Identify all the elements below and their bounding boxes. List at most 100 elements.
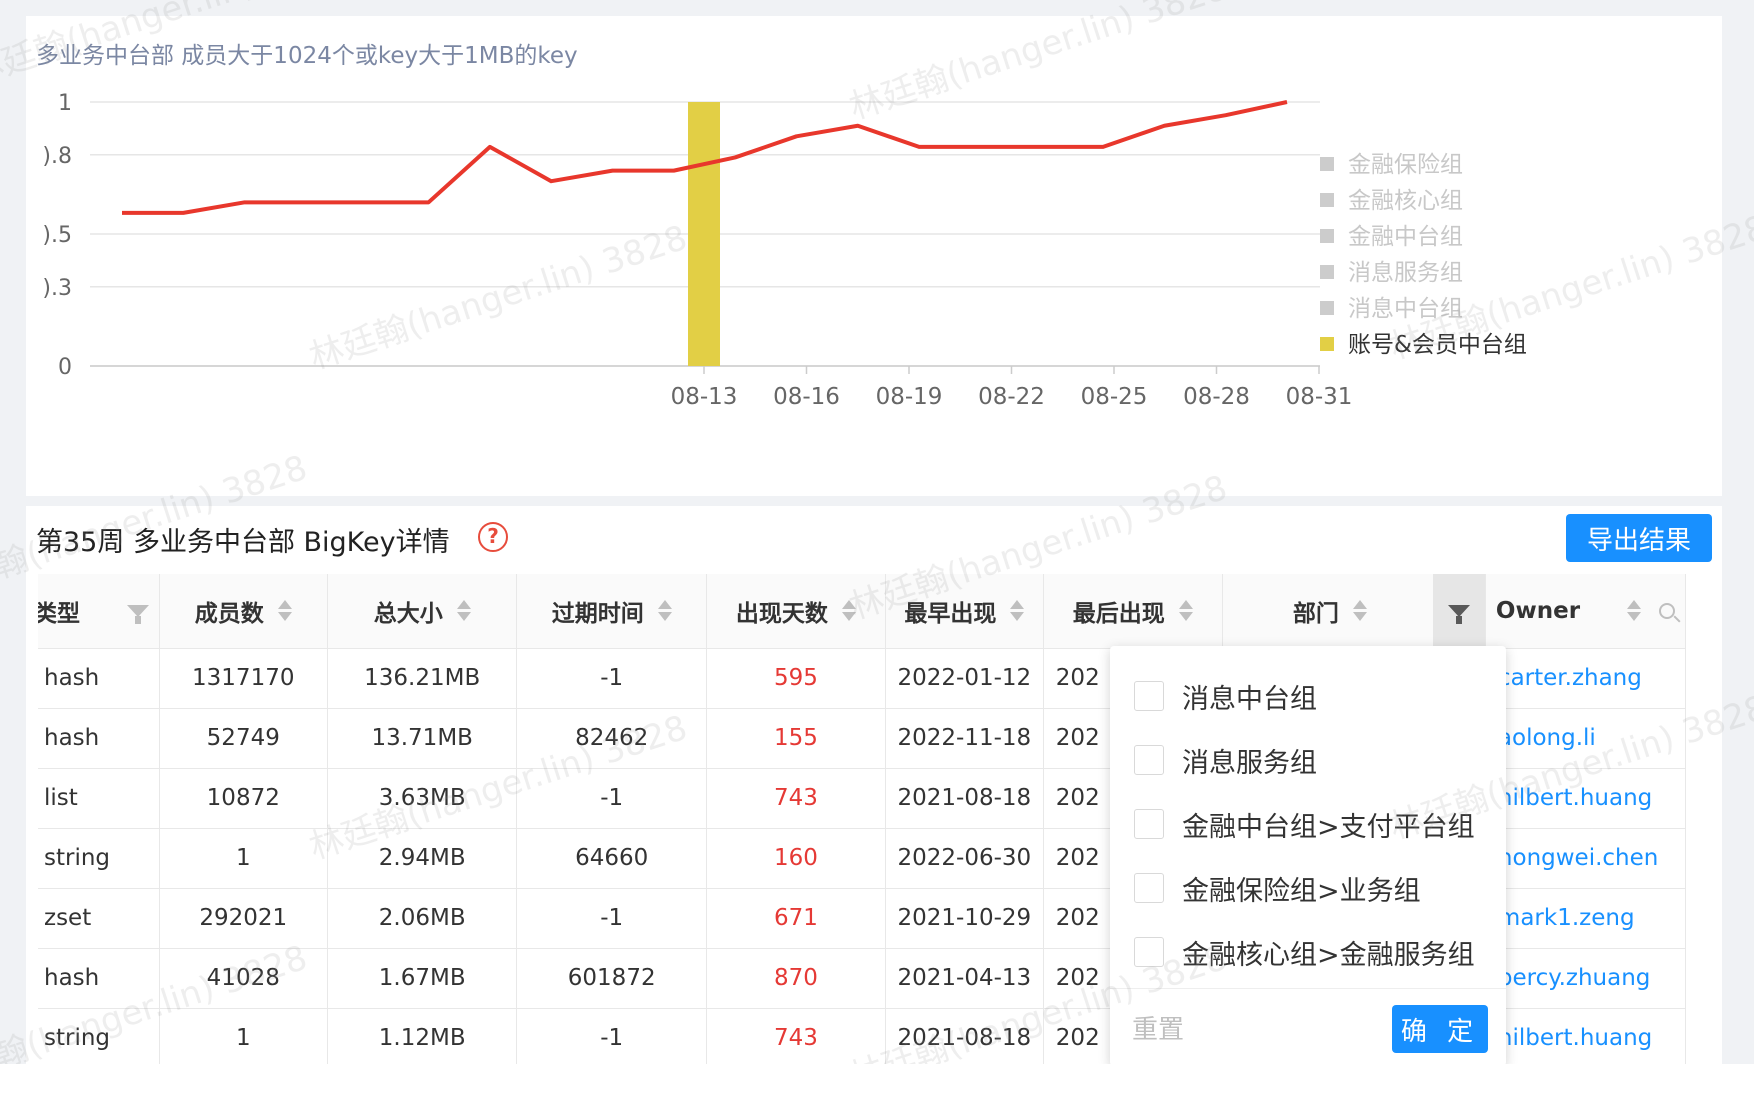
cell-expire: -1 [516, 888, 707, 949]
cell-days: 743 [706, 1008, 886, 1064]
checkbox[interactable] [1134, 745, 1164, 775]
cell-owner[interactable]: mark1.zeng [1485, 888, 1687, 949]
cell-owner[interactable]: percy.zhuang [1485, 948, 1687, 1009]
legend-swatch [1320, 301, 1334, 315]
trend-chart: 1).8).5).3 0 08-13 08-16 08-19 08-22 08-25 08-2… [42, 91, 1527, 410]
y-tick-label: ).8 [42, 144, 72, 169]
search-icon[interactable] [1659, 602, 1675, 619]
sort-arrows-icon[interactable] [1352, 600, 1367, 622]
column-title: 总大小 [373, 600, 443, 627]
cell-expire: -1 [516, 1008, 707, 1064]
column-header-size[interactable]: 总大小 [327, 574, 518, 649]
cell-owner[interactable]: hilbert.huang [1485, 768, 1687, 829]
sort-arrows-icon[interactable] [277, 600, 292, 622]
filter-option[interactable]: 金融核心组>金融服务组 [1134, 928, 1475, 976]
column-header-expire[interactable]: 过期时间 [516, 574, 707, 649]
legend-label[interactable]: 金融中台组 [1348, 224, 1463, 250]
cell-members: 41028 [159, 948, 328, 1009]
legend-label[interactable]: 账号&会员中台组 [1348, 332, 1527, 358]
checkbox[interactable] [1134, 873, 1164, 903]
cell-members: 10872 [159, 768, 328, 829]
filter-option[interactable]: 金融保险组>业务组 [1134, 864, 1421, 912]
filter-option[interactable]: 消息中台组 [1134, 672, 1317, 720]
cell-size: 3.63MB [327, 768, 518, 829]
legend-swatch [1320, 265, 1334, 279]
cell-size: 13.71MB [327, 708, 518, 769]
y-tick-label: 1 [58, 91, 72, 116]
cell-first: 2022-06-30 [885, 828, 1044, 889]
cell-first: 2021-08-18 [885, 768, 1044, 829]
sort-arrows-icon[interactable] [1010, 600, 1025, 622]
section-title: 第35周 多业务中台部 BigKey详情 [36, 527, 450, 558]
cell-type: hash [38, 948, 160, 1009]
x-tick-label: 08-28 [1183, 384, 1250, 410]
legend-label[interactable]: 消息中台组 [1348, 296, 1463, 322]
sort-arrows-icon[interactable] [841, 600, 856, 622]
filter-icon[interactable] [126, 604, 149, 624]
column-header-type[interactable]: 类型 [38, 574, 160, 649]
cell-size: 136.21MB [327, 648, 518, 709]
checkbox[interactable] [1134, 937, 1164, 967]
column-header-first-seen[interactable]: 最早出现 [885, 574, 1044, 649]
column-title: 出现天数 [735, 600, 828, 627]
cell-size: 2.94MB [327, 828, 518, 889]
column-header-days[interactable]: 出现天数 [706, 574, 886, 649]
dept-filter-dropdown: 消息中台组 消息服务组 金融中台组>支付平台组 金融保险组>业务组 金融核心组>… [1110, 646, 1506, 1064]
column-title: 类型 [38, 600, 80, 627]
cell-members: 1 [159, 828, 328, 889]
legend-swatch [1320, 337, 1334, 351]
legend-swatch [1320, 229, 1334, 243]
cell-days: 595 [706, 648, 886, 709]
column-header-members[interactable]: 成员数 [159, 574, 328, 649]
cell-type: zset [38, 888, 160, 949]
legend-label[interactable]: 金融核心组 [1348, 188, 1463, 214]
cell-days: 155 [706, 708, 886, 769]
column-title: 过期时间 [551, 600, 644, 627]
cell-members: 52749 [159, 708, 328, 769]
column-header-last-seen[interactable]: 最后出现 [1043, 574, 1223, 649]
sort-arrows-icon[interactable] [1178, 600, 1193, 622]
sort-arrows-icon[interactable] [657, 600, 672, 622]
cell-owner[interactable]: hilbert.huang [1485, 1008, 1687, 1064]
cell-first: 2021-04-13 [885, 948, 1044, 1009]
cell-members: 1 [159, 1008, 328, 1064]
filter-icon [1447, 605, 1470, 624]
export-button[interactable]: 导出结果 [1566, 514, 1712, 562]
sort-arrows-icon[interactable] [456, 600, 471, 622]
cell-type: string [38, 828, 160, 889]
legend-swatch [1320, 193, 1334, 207]
cell-owner[interactable]: aolong.li [1485, 708, 1687, 769]
filter-option[interactable]: 金融中台组>支付平台组 [1134, 800, 1475, 848]
help-icon[interactable]: ? [478, 522, 508, 552]
cell-expire: 64660 [516, 828, 707, 889]
x-tick-label: 08-31 [1286, 384, 1353, 410]
legend-label[interactable]: 金融保险组 [1348, 152, 1463, 178]
dropdown-footer: 重置 确 定 [1110, 988, 1506, 1064]
cell-first: 2021-08-18 [885, 1008, 1044, 1064]
filter-option[interactable]: 消息服务组 [1134, 736, 1317, 784]
cell-type: hash [38, 648, 160, 709]
cell-owner[interactable]: carter.zhang [1485, 648, 1687, 709]
confirm-button[interactable]: 确 定 [1392, 1005, 1488, 1053]
filter-option-label: 金融保险组>业务组 [1182, 875, 1421, 907]
cell-size: 1.12MB [327, 1008, 518, 1064]
sort-arrows-icon[interactable] [1627, 600, 1641, 622]
cell-first: 2022-01-12 [885, 648, 1044, 709]
legend-swatch [1320, 157, 1334, 171]
column-header-dept[interactable]: 部门 [1222, 574, 1486, 649]
column-header-owner[interactable]: Owner [1485, 574, 1687, 649]
checkbox[interactable] [1134, 681, 1164, 711]
column-title: 最早出现 [904, 600, 997, 627]
x-tick-label: 08-22 [978, 384, 1045, 410]
cell-owner[interactable]: hongwei.chen [1485, 828, 1687, 889]
dept-filter-trigger[interactable] [1432, 574, 1485, 648]
legend-label[interactable]: 消息服务组 [1348, 260, 1463, 286]
cell-days: 671 [706, 888, 886, 949]
filter-option-label: 金融中台组>支付平台组 [1182, 811, 1475, 843]
cell-expire: 82462 [516, 708, 707, 769]
x-tick-label: 08-13 [671, 384, 738, 410]
checkbox[interactable] [1134, 809, 1164, 839]
reset-button[interactable]: 重置 [1132, 1009, 1184, 1046]
column-title: 部门 [1292, 600, 1339, 627]
cell-type: hash [38, 708, 160, 769]
